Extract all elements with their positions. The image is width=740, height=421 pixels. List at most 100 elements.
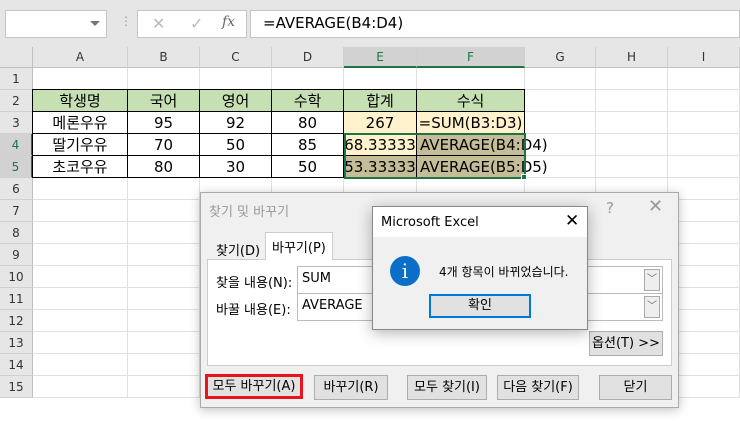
table-cell[interactable]: 68.33333 [343, 133, 417, 156]
row-header-2[interactable]: 2 [0, 90, 33, 112]
cell[interactable] [128, 310, 200, 332]
close-button[interactable]: 닫기 [599, 375, 672, 400]
row-header-12[interactable]: 12 [0, 310, 33, 332]
row-header-11[interactable]: 11 [0, 288, 33, 310]
cell[interactable] [128, 244, 200, 266]
table-cell[interactable]: 영어 [199, 89, 272, 112]
cell[interactable] [525, 112, 596, 134]
cell[interactable] [33, 244, 128, 266]
row-header-14[interactable]: 14 [0, 354, 33, 376]
table-cell[interactable]: 267 [343, 111, 417, 134]
table-cell[interactable]: 70 [127, 133, 200, 156]
cell[interactable] [344, 68, 417, 90]
table-cell[interactable]: 95 [127, 111, 200, 134]
column-header-i[interactable]: I [668, 47, 740, 68]
cell[interactable] [417, 68, 525, 90]
name-box[interactable] [5, 10, 107, 38]
cell[interactable] [128, 68, 200, 90]
row-header-8[interactable]: 8 [0, 222, 33, 244]
table-cell[interactable]: 85 [271, 133, 344, 156]
close-icon[interactable]: ✕ [565, 211, 579, 231]
cell[interactable] [33, 200, 128, 222]
column-header-a[interactable]: A [33, 47, 128, 68]
cell[interactable] [128, 266, 200, 288]
row-header-9[interactable]: 9 [0, 244, 33, 266]
fx-icon[interactable]: fx [222, 14, 235, 30]
table-cell[interactable]: 30 [199, 155, 272, 178]
row-header-10[interactable]: 10 [0, 266, 33, 288]
cell[interactable] [128, 200, 200, 222]
table-cell[interactable]: 국어 [127, 89, 200, 112]
cell[interactable] [272, 68, 344, 90]
cell[interactable] [128, 354, 200, 376]
table-cell[interactable]: 딸기우유 [32, 133, 128, 156]
formula-input[interactable]: =AVERAGE(B4:D4) [250, 10, 740, 38]
column-header-e[interactable]: E [344, 47, 417, 68]
cell[interactable] [33, 288, 128, 310]
row-header-5[interactable]: 5 [0, 156, 33, 178]
help-icon[interactable]: ? [606, 199, 614, 217]
close-icon[interactable]: ✕ [648, 196, 663, 217]
cell[interactable] [525, 90, 596, 112]
cell[interactable] [525, 156, 596, 178]
select-all-button[interactable] [0, 47, 33, 68]
cell[interactable] [668, 134, 740, 156]
row-header-15[interactable]: 15 [0, 376, 33, 398]
options-button[interactable]: 옵션(T) >> [589, 331, 663, 356]
row-header-6[interactable]: 6 [0, 178, 33, 200]
cell[interactable] [596, 156, 668, 178]
cell[interactable] [33, 354, 128, 376]
cell[interactable] [596, 112, 668, 134]
column-header-d[interactable]: D [272, 47, 344, 68]
cell[interactable] [668, 68, 740, 90]
chevron-down-icon[interactable]: ﹀ [644, 269, 660, 291]
cell[interactable] [33, 68, 128, 90]
find-next-button[interactable]: 다음 찾기(F) [497, 375, 579, 400]
cell[interactable] [200, 68, 272, 90]
table-cell[interactable]: AVERAGE(B4:D4) [416, 133, 548, 156]
ok-button[interactable]: 확인 [429, 294, 531, 318]
cell[interactable] [33, 332, 128, 354]
row-header-7[interactable]: 7 [0, 200, 33, 222]
row-header-4[interactable]: 4 [0, 134, 33, 156]
table-cell[interactable]: 초코우유 [32, 155, 128, 178]
table-cell[interactable]: =SUM(B3:D3) [416, 111, 525, 134]
column-header-f[interactable]: F [417, 47, 525, 68]
cell[interactable] [668, 112, 740, 134]
find-all-button[interactable]: 모두 찾기(I) [407, 375, 487, 400]
cell[interactable] [33, 178, 128, 200]
cell[interactable] [33, 266, 128, 288]
column-header-g[interactable]: G [525, 47, 596, 68]
row-header-3[interactable]: 3 [0, 112, 33, 134]
table-cell[interactable]: 53.33333 [343, 155, 417, 178]
table-cell[interactable]: 수학 [271, 89, 344, 112]
cell[interactable] [128, 222, 200, 244]
table-cell[interactable]: 80 [271, 111, 344, 134]
cell[interactable] [596, 90, 668, 112]
table-cell[interactable]: 수식 [416, 89, 525, 112]
cell[interactable] [33, 222, 128, 244]
cell[interactable] [128, 288, 200, 310]
cell[interactable] [525, 134, 596, 156]
row-header-13[interactable]: 13 [0, 332, 33, 354]
cell[interactable] [128, 178, 200, 200]
column-header-h[interactable]: H [596, 47, 668, 68]
table-cell[interactable]: 합계 [343, 89, 417, 112]
cell[interactable] [33, 310, 128, 332]
cell[interactable] [596, 68, 668, 90]
replace-button[interactable]: 바꾸기(R) [314, 375, 388, 400]
table-cell[interactable]: 메론우유 [32, 111, 128, 134]
table-cell[interactable]: 92 [199, 111, 272, 134]
enter-icon[interactable]: ✓ [190, 14, 203, 33]
cell[interactable] [128, 376, 200, 398]
column-header-b[interactable]: B [128, 47, 200, 68]
fill-handle[interactable] [521, 174, 527, 180]
table-cell[interactable]: 50 [271, 155, 344, 178]
cell[interactable] [668, 90, 740, 112]
replace-all-button[interactable]: 모두 바꾸기(A) [205, 374, 303, 399]
cell[interactable] [128, 332, 200, 354]
cell[interactable] [596, 134, 668, 156]
chevron-down-icon[interactable] [90, 21, 100, 26]
table-cell[interactable]: 50 [199, 133, 272, 156]
cell[interactable] [33, 376, 128, 398]
